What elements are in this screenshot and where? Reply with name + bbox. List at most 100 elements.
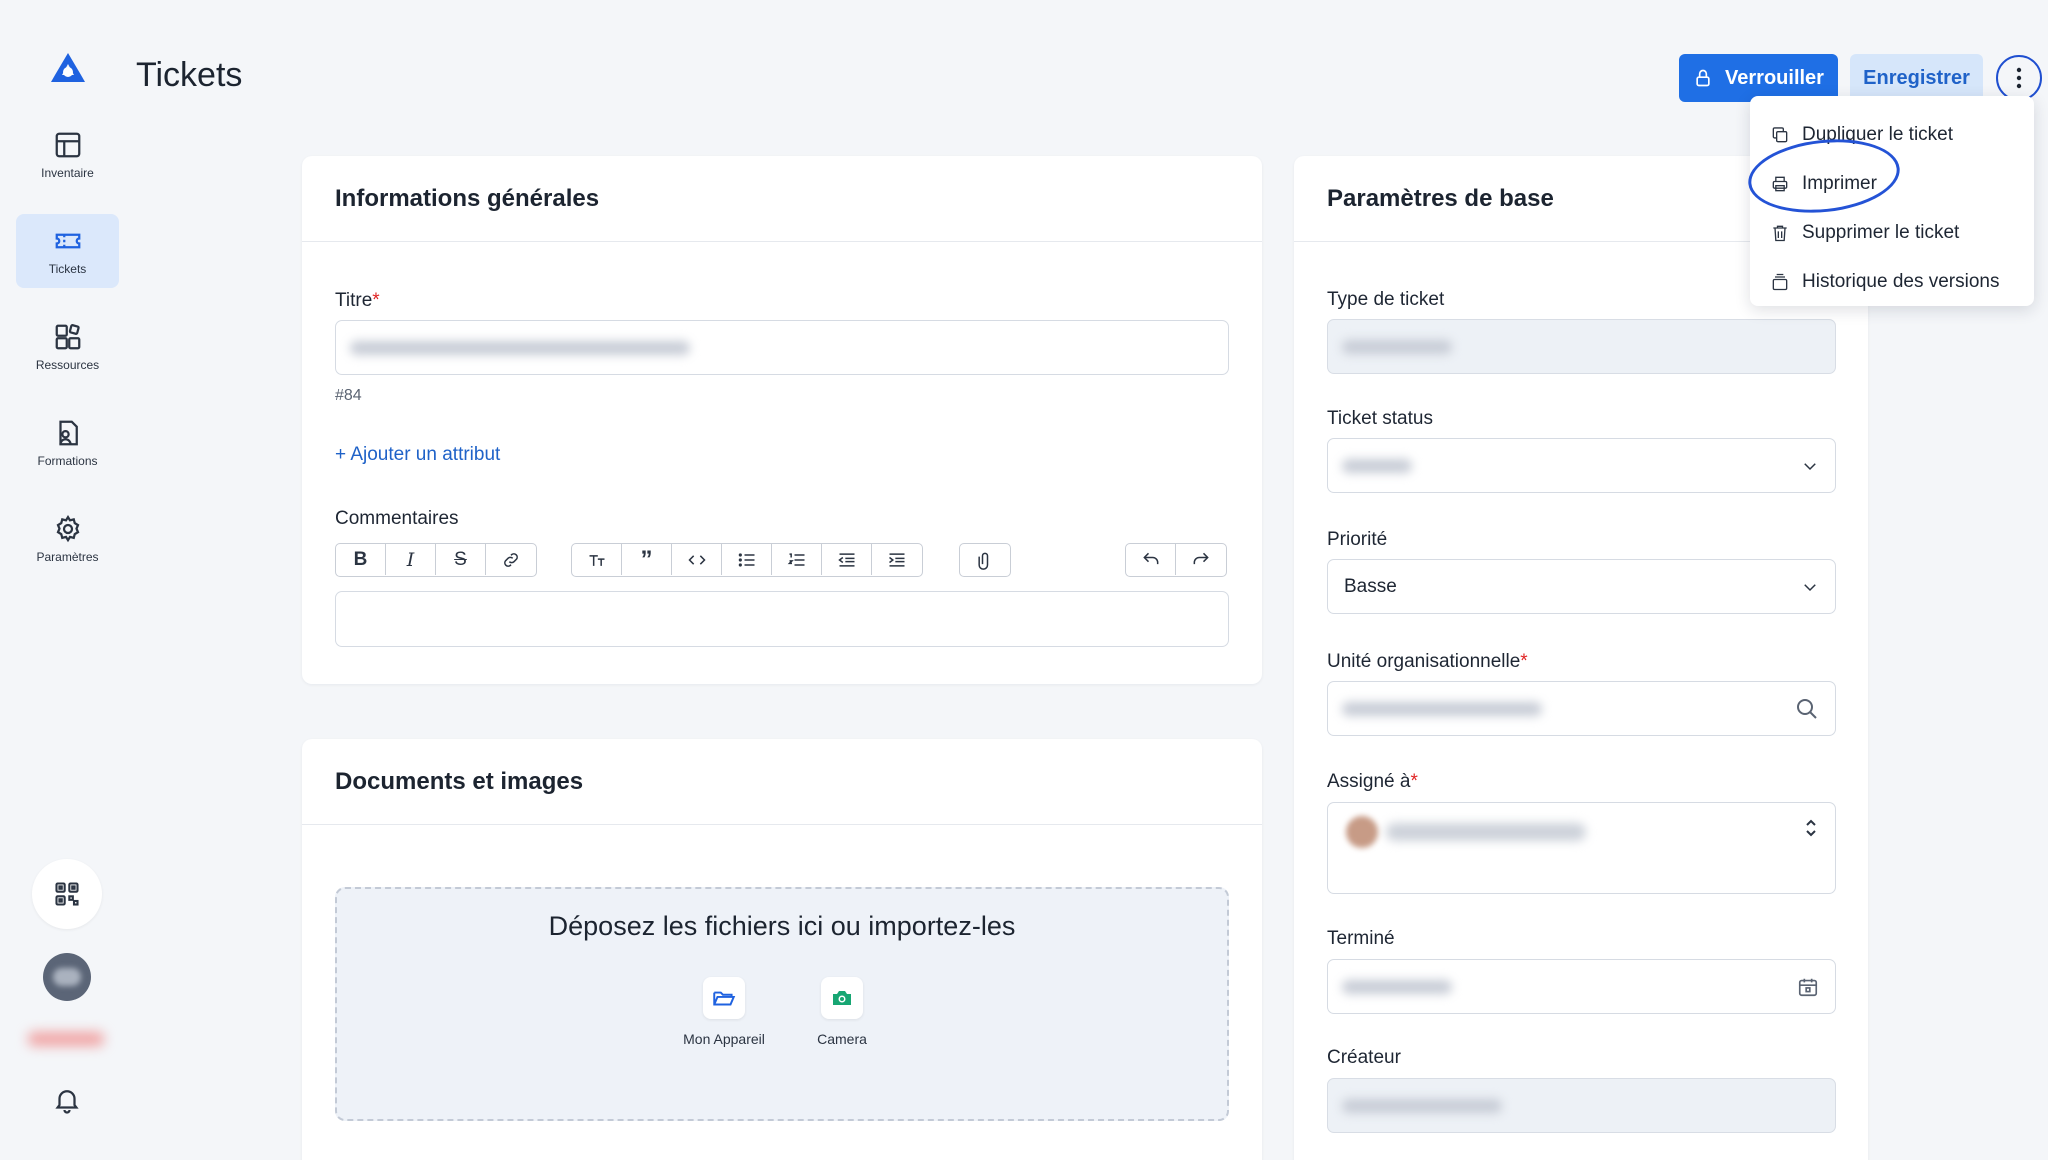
menu-item-print[interactable]: Imprimer [1750,159,2034,208]
sidebar-item-label: Inventaire [41,166,94,180]
redacted-date-value [1342,979,1452,994]
undo-button[interactable] [1126,544,1176,575]
required-asterisk: * [1410,771,1418,792]
qr-code-button[interactable] [32,859,102,929]
quote-button[interactable]: ” [622,544,672,575]
more-options-menu: Dupliquer le ticket Imprimer Supprimer l… [1750,96,2034,306]
ticket-number: #84 [335,387,362,404]
sidebar-item-label: Formations [37,454,98,468]
code-button[interactable] [672,544,722,575]
assigned-label: Assigné à* [1327,771,1418,793]
undo-icon [1142,552,1158,564]
page-title: Tickets [136,56,243,94]
search-icon [1797,698,1817,719]
italic-icon: I [406,548,415,571]
sidebar-item-label: Paramètres [36,550,99,564]
assigned-label-text: Assigné à [1327,771,1411,792]
table-icon [55,132,80,158]
titre-input[interactable] [335,320,1229,375]
documents-title: Documents et images [302,739,1262,825]
sidebar-item-formations[interactable]: Formations [16,406,119,480]
general-info-title: Informations générales [302,156,1262,242]
link-icon [504,552,518,567]
bullet-list-button[interactable] [722,544,772,575]
comments-editor[interactable] [335,591,1229,647]
menu-item-version-history[interactable]: Historique des versions [1750,257,2034,306]
italic-button[interactable]: I [386,544,436,575]
bell-icon[interactable] [52,1085,82,1115]
gear-icon [56,514,79,543]
save-button[interactable]: Enregistrer [1850,54,1983,102]
org-unit-search-input[interactable] [1327,681,1836,736]
qr-code-icon [55,882,79,906]
device-icon-box [703,977,745,1019]
outdent-icon [837,552,854,567]
menu-item-label: Historique des versions [1802,270,2000,292]
redacted-status-value [1342,458,1412,473]
indent-icon [889,552,905,567]
bullet-list-icon [738,552,754,567]
priority-select[interactable]: Basse [1327,559,1836,614]
camera-upload-button[interactable]: Camera [782,977,902,1047]
redacted-title-value [350,340,690,355]
lock-button-label: Verrouiller [1725,66,1824,89]
redacted-unit-value [1342,701,1542,716]
lock-button[interactable]: Verrouiller [1679,54,1838,102]
attach-toolbar-group [959,543,1011,577]
menu-item-label: Imprimer [1802,172,1877,194]
redacted-creator-value [1342,1098,1502,1113]
user-avatar[interactable] [43,953,91,1001]
done-date-input[interactable] [1327,959,1836,1014]
archive-icon [1772,273,1788,290]
outdent-button[interactable] [822,544,872,575]
priority-label: Priorité [1327,529,1388,550]
redacted-type-value [1342,339,1452,354]
camera-icon-box [821,977,863,1019]
sidebar-item-tickets[interactable]: Tickets [16,214,119,288]
ticket-type-label: Type de ticket [1327,289,1445,310]
strikethrough-icon: S [454,548,467,570]
menu-item-delete[interactable]: Supprimer le ticket [1750,208,2034,257]
sidebar-item-ressources[interactable]: Ressources [16,310,119,384]
required-asterisk: * [372,290,380,311]
required-asterisk: * [1520,651,1528,672]
ticket-status-select[interactable] [1327,438,1836,493]
numbered-list-button[interactable] [772,544,822,575]
creator-label: Créateur [1327,1047,1401,1068]
strikethrough-button[interactable]: S [436,544,486,575]
link-button[interactable] [486,544,536,575]
sidebar-item-label: Tickets [48,262,87,276]
app-logo-icon[interactable] [48,50,88,90]
more-vertical-icon [2016,67,2022,89]
resources-icon [55,324,80,350]
more-options-button[interactable] [1996,55,2042,101]
file-dropzone[interactable]: Déposez les fichiers ici ou importez-les… [335,887,1229,1121]
indent-button[interactable] [872,544,922,575]
sidebar-item-inventaire[interactable]: Inventaire [16,118,119,192]
bold-icon: B [353,548,368,570]
redacted-assignee-name [1386,823,1586,841]
titre-label: Titre* [335,290,380,312]
menu-item-label: Supprimer le ticket [1802,221,1960,243]
org-unit-label: Unité organisationnelle* [1327,651,1528,673]
dropzone-text: Déposez les fichiers ici ou importez-les [548,911,1016,941]
folder-open-icon [713,991,736,1006]
assignee-avatar [1346,816,1378,848]
code-icon [687,554,706,565]
ticket-status-label: Ticket status [1327,408,1433,429]
document-user-icon [58,420,78,446]
device-upload-button[interactable]: Mon Appareil [664,977,784,1047]
redo-button[interactable] [1176,544,1226,575]
add-attribute-link[interactable]: + Ajouter un attribut [335,444,500,466]
camera-icon [833,991,851,1005]
menu-item-label: Dupliquer le ticket [1802,123,1954,145]
sidebar: Inventaire Tickets Ressources Formations… [0,0,134,1160]
done-label: Terminé [1327,928,1395,949]
sidebar-item-parametres[interactable]: Paramètres [16,502,119,576]
assigned-select[interactable] [1327,802,1836,894]
heading-button[interactable] [572,544,622,575]
bold-button[interactable]: B [336,544,386,575]
priority-value: Basse [1344,575,1397,597]
menu-item-duplicate[interactable]: Dupliquer le ticket [1750,110,2034,159]
attach-button[interactable] [960,544,1010,575]
